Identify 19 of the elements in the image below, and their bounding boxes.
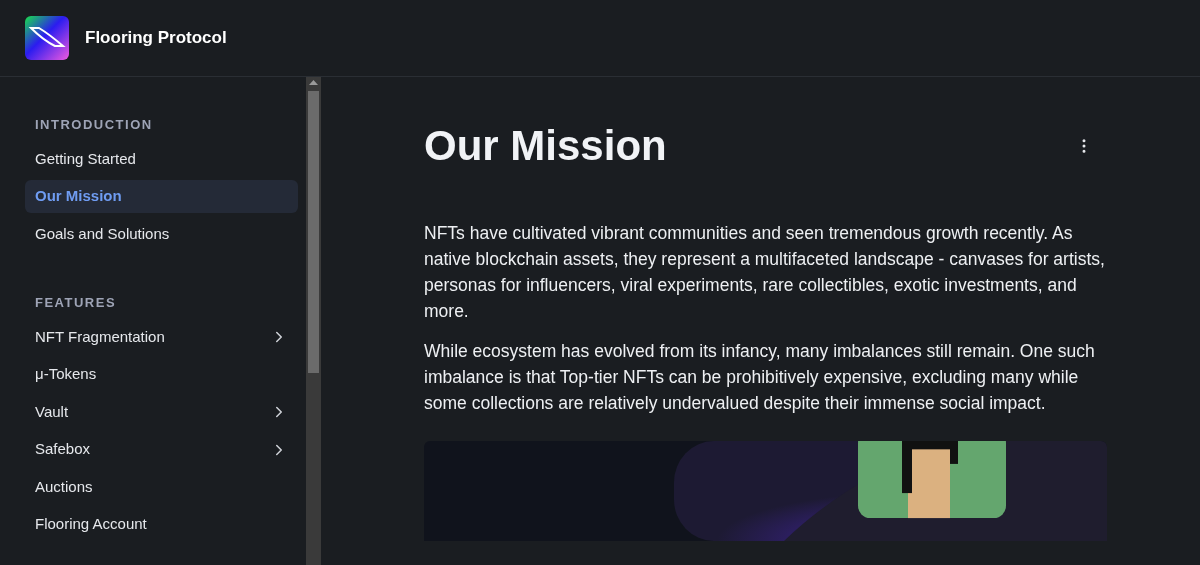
section-heading: FEATURES — [34, 294, 118, 312]
scrollbar[interactable] — [306, 77, 321, 565]
sidebar-item[interactable]: Vault — [25, 395, 298, 429]
site-title[interactable]: Flooring Protocol — [85, 25, 227, 51]
sidebar-item[interactable]: Goals and Solutions — [25, 217, 298, 251]
scroll-up-icon[interactable] — [309, 79, 318, 85]
page-title: Our Mission — [424, 121, 667, 171]
paragraph: NFTs have cultivated vibrant communities and seen tremendous growth recently. As native blockchain assets, they represent a multifaceted landscape - canvases for artists, personas for influencers, viral experiments, rare collectibles, exotic investments, and more. — [424, 222, 1106, 323]
sidebar-item[interactable]: Auctions — [25, 470, 298, 504]
sidebar-item[interactable]: Getting Started — [25, 142, 298, 176]
paragraph: While ecosystem has evolved from its infancy, many imbalances still remain. One such imbalance is that Top-tier NFTs can be prohibitively expensive, excluding many while some collections are relatively undervalued despite their immense social impact. — [424, 340, 1096, 415]
sidebar-item[interactable]: Flooring Account — [25, 508, 298, 541]
logo-icon — [25, 16, 69, 60]
sidebar-item[interactable]: NFT Fragmentation — [25, 320, 298, 354]
scrollbar-thumb[interactable] — [308, 91, 319, 373]
sidebar-item[interactable]: μ-Tokens — [25, 358, 298, 391]
section-heading: INTRODUCTION — [34, 116, 154, 134]
sidebar-item[interactable]: Our Mission — [25, 180, 298, 213]
sidebar-item[interactable]: Safebox — [25, 433, 298, 466]
